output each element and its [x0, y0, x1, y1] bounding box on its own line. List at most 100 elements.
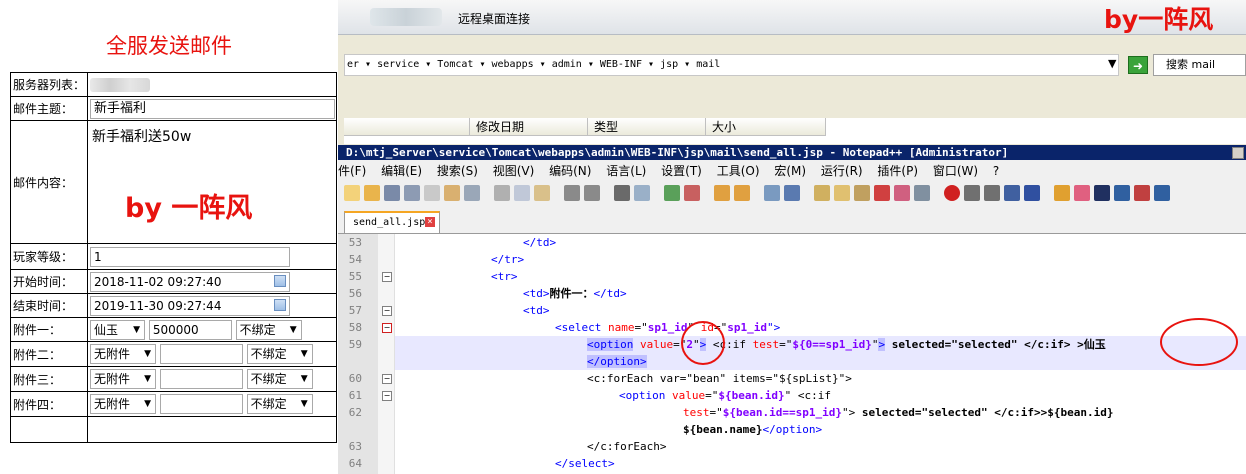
annotation-circle [681, 321, 725, 365]
print-icon[interactable] [464, 185, 480, 201]
end-time-input[interactable]: 2019-11-30 09:27:44 [90, 295, 290, 316]
fold-toggle-icon[interactable]: − [382, 391, 392, 401]
content-cell[interactable]: 新手福利送50w by 一阵风 [87, 120, 337, 244]
function-list-icon[interactable] [874, 185, 890, 201]
close-all-icon[interactable] [444, 185, 460, 201]
calendar-icon[interactable] [274, 298, 286, 311]
monitor-icon[interactable] [914, 185, 930, 201]
attach3-bind-select[interactable]: 不绑定 ▼ [246, 369, 313, 389]
table-icon[interactable] [1134, 185, 1150, 201]
go-button[interactable]: ➜ [1128, 56, 1148, 74]
replace-icon[interactable] [634, 185, 650, 201]
menu-view[interactable]: 视图(V) [493, 164, 535, 178]
attach2-bind-select[interactable]: 不绑定 ▼ [246, 344, 313, 364]
close-icon[interactable] [424, 185, 440, 201]
attach4-item-select[interactable]: 无附件 ▼ [90, 394, 156, 414]
attach1-qty-input[interactable]: 500000 [148, 319, 232, 340]
zoom-in-icon[interactable] [664, 185, 680, 201]
code-token: </c:forEach> [587, 440, 667, 453]
attach3-qty-input[interactable] [159, 369, 243, 389]
cut-icon[interactable] [494, 185, 510, 201]
attach4-bind-value: 不绑定 [250, 397, 287, 411]
show-all-chars-icon[interactable] [784, 185, 800, 201]
menu-language[interactable]: 语言(L) [606, 164, 646, 178]
start-time-input[interactable]: 2018-11-02 09:27:40 [90, 271, 290, 292]
column-header-modified[interactable]: 修改日期 [470, 118, 588, 136]
tab-send-all[interactable]: send_all.jsp × [344, 211, 440, 233]
record-macro-icon[interactable] [944, 185, 960, 201]
fold-toggle-icon[interactable]: − [382, 306, 392, 316]
attach2-qty-input[interactable] [159, 344, 243, 364]
code-token: =" [634, 321, 648, 334]
fold-toggle-icon[interactable]: − [382, 323, 392, 333]
favorite-icon[interactable] [1074, 185, 1090, 201]
attach1-bind-select[interactable]: 不绑定 ▼ [235, 319, 302, 340]
open-file-icon[interactable] [364, 185, 380, 201]
run-macro-multiple-icon[interactable] [1004, 185, 1020, 201]
attach3-item-select[interactable]: 无附件 ▼ [90, 369, 156, 389]
code-line-59b: </option> [587, 353, 647, 370]
attach4-bind-select[interactable]: 不绑定 ▼ [246, 394, 313, 414]
code-token: </td> [523, 236, 557, 249]
attach2-item-select[interactable]: 无附件 ▼ [90, 344, 156, 364]
line-number: 57 [348, 304, 362, 317]
menu-plugins[interactable]: 插件(P) [877, 164, 918, 178]
chevron-down-icon[interactable]: ▼ [1108, 57, 1116, 70]
sync-h-icon[interactable] [734, 185, 750, 201]
minimize-icon[interactable] [1232, 147, 1244, 159]
line-number: 64 [348, 457, 362, 470]
sync-v-icon[interactable] [714, 185, 730, 201]
play-macro-icon[interactable] [984, 185, 1000, 201]
wrap-icon[interactable] [764, 185, 780, 201]
server-list-blurred[interactable] [90, 77, 150, 92]
attach1-item-select[interactable]: 仙玉 ▼ [90, 319, 145, 340]
menu-file[interactable]: 件(F) [338, 164, 366, 178]
indent-guide-icon[interactable] [814, 185, 830, 201]
fold-toggle-icon[interactable]: − [382, 374, 392, 384]
line-number: 54 [348, 253, 362, 266]
menu-encoding[interactable]: 编码(N) [549, 164, 591, 178]
menu-settings[interactable]: 设置(T) [661, 164, 702, 178]
save-icon[interactable] [384, 185, 400, 201]
person-icon[interactable] [1094, 185, 1110, 201]
menu-edit[interactable]: 编辑(E) [381, 164, 422, 178]
folder-workspace-icon[interactable] [894, 185, 910, 201]
doc-map-icon[interactable] [854, 185, 870, 201]
fold-toggle-icon[interactable]: − [382, 272, 392, 282]
lang-icon[interactable] [834, 185, 850, 201]
content-textarea[interactable]: 新手福利送50w [92, 126, 191, 146]
grid-icon[interactable] [1114, 185, 1130, 201]
menu-macro[interactable]: 宏(M) [774, 164, 806, 178]
code-editor[interactable]: 53 54 55 56 57 58 59 60 61 62 63 64 − − … [338, 234, 1246, 474]
menu-run[interactable]: 运行(R) [821, 164, 863, 178]
calendar-icon[interactable] [274, 274, 286, 287]
search-input[interactable]: 搜索 mail [1153, 54, 1246, 76]
column-header-name[interactable] [344, 118, 470, 136]
zoom-out-icon[interactable] [684, 185, 700, 201]
grid-alt-icon[interactable] [1154, 185, 1170, 201]
column-header-type[interactable]: 类型 [588, 118, 706, 136]
line-number: 56 [348, 287, 362, 300]
plugin-icon[interactable] [1054, 185, 1070, 201]
paste-icon[interactable] [534, 185, 550, 201]
npp-tab-bar: send_all.jsp × [338, 207, 1246, 234]
level-input[interactable]: 1 [90, 246, 290, 267]
menu-tools[interactable]: 工具(O) [717, 164, 760, 178]
save-all-icon[interactable] [404, 185, 420, 201]
stop-macro-icon[interactable] [964, 185, 980, 201]
save-macro-icon[interactable] [1024, 185, 1040, 201]
menu-help[interactable]: ? [993, 164, 999, 178]
close-icon[interactable]: × [425, 217, 435, 227]
subject-input[interactable]: 新手福利 [90, 98, 335, 119]
column-header-size[interactable]: 大小 [706, 118, 826, 136]
redo-icon[interactable] [584, 185, 600, 201]
new-file-icon[interactable] [344, 185, 360, 201]
undo-icon[interactable] [564, 185, 580, 201]
copy-icon[interactable] [514, 185, 530, 201]
attach4-qty-input[interactable] [159, 394, 243, 414]
attach4-label: 附件四： [10, 391, 88, 417]
menu-search[interactable]: 搜索(S) [437, 164, 478, 178]
find-icon[interactable] [614, 185, 630, 201]
menu-window[interactable]: 窗口(W) [933, 164, 978, 178]
address-bar[interactable]: er ▾ service ▾ Tomcat ▾ webapps ▾ admin … [344, 54, 1119, 76]
